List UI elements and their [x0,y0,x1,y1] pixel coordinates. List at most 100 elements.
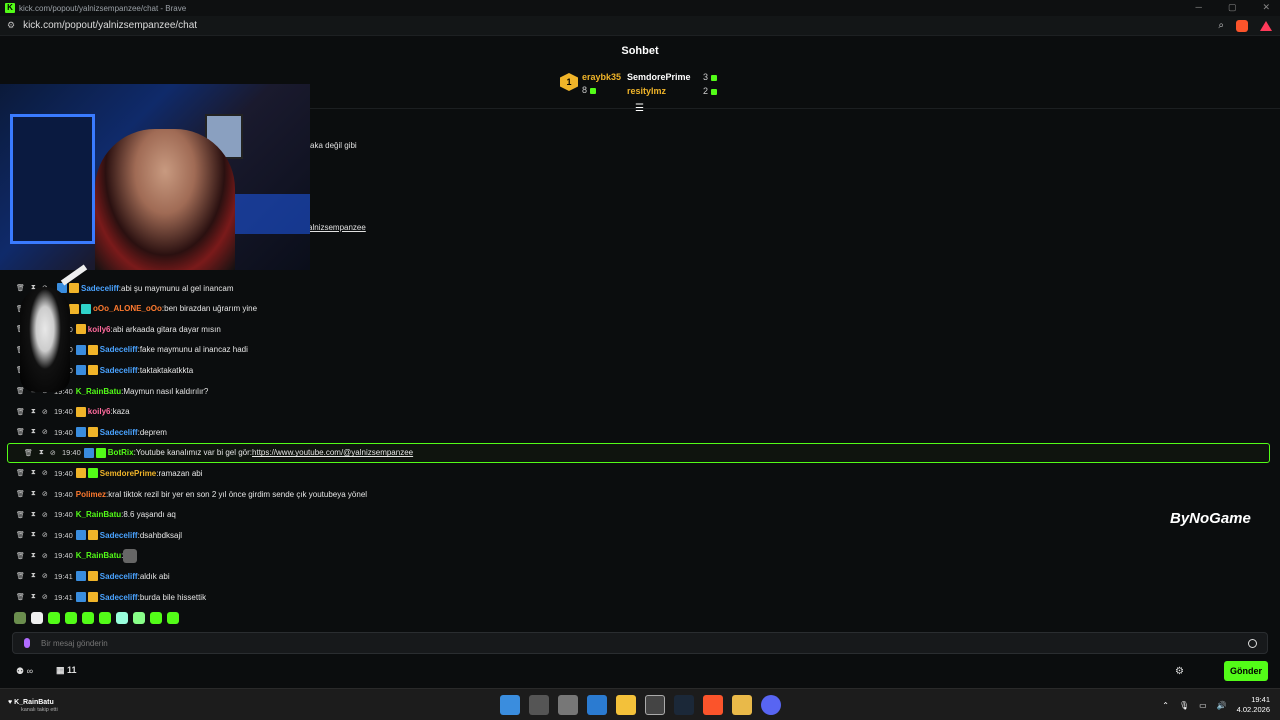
zoom-icon[interactable]: ⌕ [1218,20,1224,31]
delete-icon[interactable]: 🗑 [16,490,25,498]
timeout-icon[interactable]: ⧗ [31,469,36,477]
taskview-icon[interactable] [529,695,549,715]
emote-icon[interactable] [65,612,77,624]
window-controls: ─ ▢ ✕ [1196,2,1270,13]
clock[interactable]: 19:41 4.02.2026 [1237,695,1270,715]
username[interactable]: Sadeceliff [100,345,138,354]
brave-shield-icon[interactable] [1236,19,1248,32]
ban-icon[interactable]: ⊘ [42,469,48,477]
chevron-up-icon[interactable]: ⌃ [1162,701,1169,710]
chat-input-box[interactable] [12,632,1268,654]
url-text[interactable]: kick.com/popout/yalnizsempanzee/chat [23,20,197,31]
mod-actions: 🗑 ⧗ ⊘ [0,552,54,560]
emote-icon[interactable] [99,612,111,624]
chat-message: 🗑 ⧗ ⊘ 19:40 K_RainBatu: [0,546,1280,566]
message-input[interactable] [41,638,1221,648]
username[interactable]: Sadeceliff [100,366,138,375]
emote-icon[interactable] [14,612,26,624]
username[interactable]: BotRix [108,448,134,457]
ban-icon[interactable]: ⊘ [42,490,48,498]
username[interactable]: Sadeceliff [100,531,138,540]
emote-icon[interactable] [82,612,94,624]
username[interactable]: K_RainBatu [76,551,121,560]
maximize-icon[interactable]: ▢ [1228,2,1237,13]
timeout-icon[interactable]: ⧗ [31,490,36,498]
leader-name[interactable]: SemdorePrime [627,72,691,82]
ban-icon[interactable]: ⊘ [42,511,48,519]
username[interactable]: oOo_ALONE_oOo [93,304,162,313]
steam-icon[interactable] [674,695,694,715]
timeout-icon[interactable]: ⧗ [31,428,36,436]
delete-icon[interactable]: 🗑 [16,469,25,477]
delete-icon[interactable]: 🗑 [16,552,25,560]
obs-icon[interactable] [645,695,665,715]
timeout-icon[interactable]: ⧗ [31,511,36,519]
message-link[interactable]: https://www.youtube.com/@yalnizsempanzee [252,448,413,457]
leader-name[interactable]: resitylmz [627,86,666,96]
delete-icon[interactable]: 🗑 [16,531,25,539]
timeout-icon[interactable]: ⧗ [31,593,36,601]
chat-message: 🗑 ⧗ ⊘ 19:40 Sadeceliff: deprem [0,422,1280,442]
timeout-icon[interactable]: ⧗ [31,408,36,416]
points-display[interactable]: ⚉ ∞ [16,666,33,677]
username[interactable]: Sadeceliff [100,572,138,581]
discord-icon[interactable] [761,695,781,715]
emote-icon[interactable] [116,612,128,624]
emote-icon[interactable] [133,612,145,624]
ban-icon[interactable]: ⊘ [42,593,48,601]
ban-icon[interactable]: ⊘ [42,531,48,539]
timeout-icon[interactable]: ⧗ [31,531,36,539]
emote-icon[interactable] [31,612,43,624]
ban-icon[interactable]: ⊘ [42,428,48,436]
delete-icon[interactable]: 🗑 [16,428,25,436]
close-icon[interactable]: ✕ [1262,2,1270,13]
address-bar[interactable]: ⚙ kick.com/popout/yalnizsempanzee/chat ⌕ [0,16,1280,36]
emote-icon[interactable] [48,612,60,624]
delete-icon[interactable]: 🗑 [16,593,25,601]
network-icon[interactable]: ▭ [1199,701,1207,710]
ban-icon[interactable]: ⊘ [50,449,56,457]
delete-icon[interactable]: 🗑 [24,449,33,457]
username[interactable]: koily6 [88,407,111,416]
pinned-count[interactable]: ▦ 11 [56,665,77,676]
delete-icon[interactable]: 🗑 [16,511,25,519]
cat-overlay [10,264,90,397]
timestamp: 19:40 [62,448,81,458]
mic-tray-icon[interactable]: 🎙 [1179,701,1189,710]
username[interactable]: Sadeceliff [100,593,138,602]
username[interactable]: koily6 [88,325,111,334]
ban-icon[interactable]: ⊘ [42,408,48,416]
kick-logo-icon: K [5,3,15,13]
site-settings-icon[interactable]: ⚙ [7,20,15,31]
username[interactable]: Sadeceliff [100,428,138,437]
delete-icon[interactable]: 🗑 [16,572,25,580]
send-button[interactable]: Gönder [1224,661,1268,681]
mod-actions: 🗑 ⧗ ⊘ [0,572,54,580]
ban-icon[interactable]: ⊘ [42,552,48,560]
app-icon[interactable] [732,695,752,715]
app-icon[interactable] [558,695,578,715]
emote-icon[interactable] [150,612,162,624]
username[interactable]: K_RainBatu [76,510,121,519]
file-explorer-icon[interactable] [616,695,636,715]
delete-icon[interactable]: 🗑 [16,408,25,416]
timeout-icon[interactable]: ⧗ [31,552,36,560]
settings-gear-icon[interactable]: ⚙ [1175,666,1184,677]
volume-icon[interactable]: 🔊 [1217,701,1227,710]
username[interactable]: Polimez [76,490,106,499]
message-text: deprem [139,427,167,437]
ban-icon[interactable]: ⊘ [42,572,48,580]
leader-name[interactable]: eraybk35 [582,72,621,82]
brave-icon[interactable] [703,695,723,715]
minimize-icon[interactable]: ─ [1196,2,1202,13]
app-icon[interactable] [587,695,607,715]
brave-rewards-icon[interactable] [1260,20,1272,31]
emoji-picker-icon[interactable] [1248,639,1257,648]
mic-icon[interactable] [24,638,30,648]
timeout-icon[interactable]: ⧗ [31,572,36,580]
emote-icon[interactable] [167,612,179,624]
start-icon[interactable] [500,695,520,715]
timeout-icon[interactable]: ⧗ [39,449,44,457]
message-text: abi şu maymunu al gel inancam [121,283,234,293]
username[interactable]: SemdorePrime [100,469,156,478]
